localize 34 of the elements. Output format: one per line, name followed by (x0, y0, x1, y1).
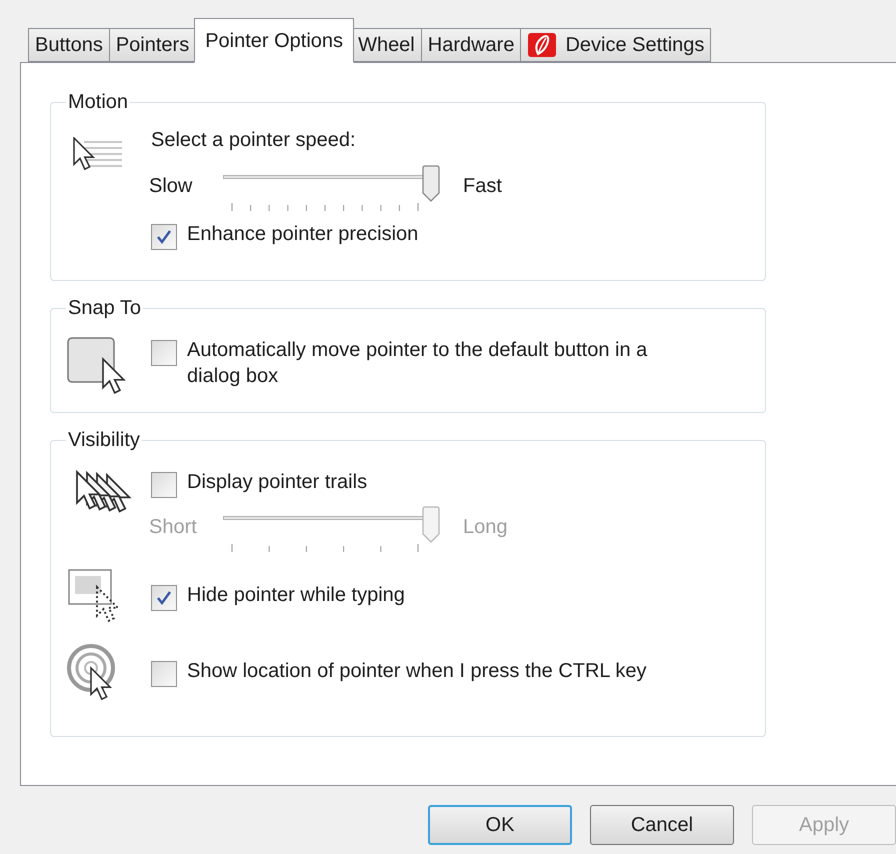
checkbox-label: Automatically move pointer to the default button in a dialog box (187, 338, 648, 389)
tab[interactable]: Device Settings (521, 28, 712, 62)
slider-track[interactable] (223, 165, 439, 203)
tab[interactable]: Pointer Options (194, 18, 354, 63)
checkmark-icon (156, 590, 172, 606)
checkbox[interactable] (151, 340, 177, 366)
group-title: Visibility (67, 428, 141, 453)
leaf-logo-icon (527, 32, 558, 58)
slider-track[interactable] (223, 506, 439, 544)
speed-prompt: Select a pointer speed: (151, 128, 357, 153)
checkbox[interactable] (151, 661, 177, 687)
group-title: Motion (67, 90, 130, 115)
checkbox-label: Show location of pointer when I press the CTRL key (187, 659, 646, 684)
checkbox-label: Hide pointer while typing (187, 583, 405, 608)
slider-thumb[interactable] (421, 165, 441, 203)
checkmark-icon (156, 229, 172, 245)
dialog-button[interactable]: Cancel (590, 805, 734, 845)
slider-max-label: Long (463, 515, 508, 540)
tab[interactable]: Buttons (28, 28, 110, 62)
checkbox[interactable] (151, 585, 177, 611)
fast-pointer-icon (73, 137, 123, 171)
checkbox[interactable] (151, 472, 177, 498)
tab[interactable]: Wheel (352, 28, 422, 62)
slider-max-label: Fast (463, 174, 502, 199)
tab[interactable]: Pointers (110, 28, 196, 62)
hidden-pointer-icon (67, 568, 121, 624)
checkbox[interactable] (151, 224, 177, 250)
slider-min-label: Slow (149, 174, 194, 199)
checkbox-label: Enhance pointer precision (187, 222, 418, 247)
slider-min-label: Short (149, 515, 198, 540)
checkbox-label: Display pointer trails (187, 470, 368, 495)
tab[interactable]: Hardware (422, 28, 522, 62)
dialog-button[interactable]: OK (428, 805, 572, 845)
group-title: Snap To (67, 296, 142, 321)
